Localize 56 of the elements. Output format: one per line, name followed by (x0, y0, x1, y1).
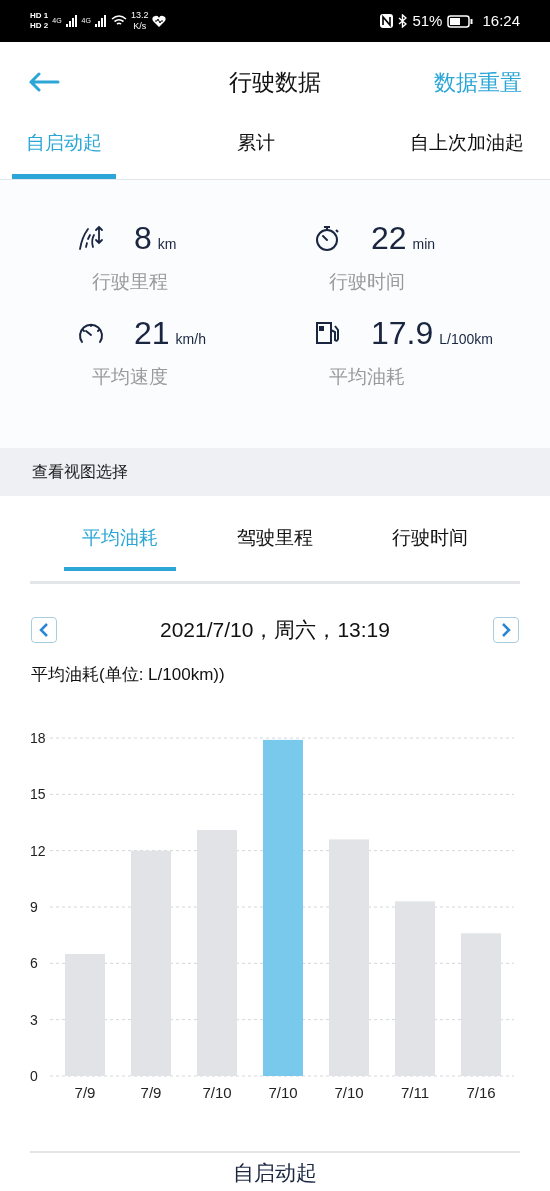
axis-tick-label: 12 (30, 842, 46, 859)
axis-category-label: 7/10 (334, 1084, 364, 1101)
axis-tick-label: 15 (30, 786, 46, 803)
axis-tick-label: 18 (30, 730, 46, 746)
stopwatch-icon (315, 224, 341, 252)
axis-tick-label: 0 (30, 1068, 38, 1084)
stat-unit: km/h (175, 329, 206, 349)
battery-percent: 51% (412, 10, 443, 31)
stat-unit: min (412, 235, 436, 254)
axis-category-label: 7/9 (140, 1084, 162, 1101)
next-button[interactable] (493, 616, 519, 643)
signal-icon (65, 15, 78, 27)
axis-category-label: 7/10 (202, 1084, 232, 1101)
chevron-right-icon (501, 622, 511, 637)
wifi-icon (110, 15, 127, 27)
sim-label: HD 2 (30, 21, 49, 31)
fuel-pump-icon (315, 319, 341, 346)
stat-unit: km (157, 235, 177, 254)
footer-title: 自启动起 (233, 1161, 317, 1185)
sim-label: HD 1 (30, 11, 49, 21)
view-tab[interactable]: 行驶时间 (374, 524, 486, 571)
stat-value: 21 (134, 314, 170, 351)
signal-icon (94, 15, 107, 27)
speed-unit: K/s (133, 21, 147, 32)
battery-icon (447, 14, 474, 28)
view-tab[interactable]: 驾驶里程 (219, 524, 331, 571)
tab[interactable]: 自上次加油起 (396, 122, 538, 179)
axis-category-label: 7/11 (400, 1084, 430, 1101)
nfc-icon (380, 14, 394, 28)
chart-label: 平均油耗(单位: L/100km)) (30, 663, 226, 686)
stat-value: 22 (371, 220, 407, 256)
heart-icon (152, 14, 167, 28)
stat-label: 行驶时间 (329, 270, 406, 294)
axis-category-label: 7/10 (268, 1084, 298, 1101)
stat-unit: L/100km (439, 329, 493, 349)
road-icon (78, 225, 104, 251)
back-arrow-icon (28, 72, 60, 92)
stat-label: 平均速度 (92, 364, 169, 389)
clock-time: 16:24 (482, 10, 520, 31)
speed-value: 13.2 (130, 10, 149, 21)
section-title: 查看视图选择 (32, 462, 128, 482)
axis-tick-label: 6 (30, 955, 38, 972)
stat-value: 17.9 (371, 314, 434, 351)
previous-button[interactable] (31, 616, 57, 643)
axis-tick-label: 3 (30, 1011, 38, 1028)
bluetooth-icon (398, 14, 408, 28)
page-title: 行驶数据 (229, 67, 321, 97)
axis-category-label: 7/16 (466, 1084, 496, 1101)
tab[interactable]: 累计 (223, 122, 289, 179)
stat-label: 行驶里程 (92, 270, 169, 294)
date-text: 2021/7/10，周六，13:19 (160, 617, 390, 643)
stat-value: 8 (134, 220, 152, 256)
axis-category-label: 7/9 (74, 1084, 96, 1101)
axis-tick-label: 9 (30, 899, 38, 915)
chevron-left-icon (39, 622, 49, 637)
stat-label: 平均油耗 (329, 364, 406, 389)
